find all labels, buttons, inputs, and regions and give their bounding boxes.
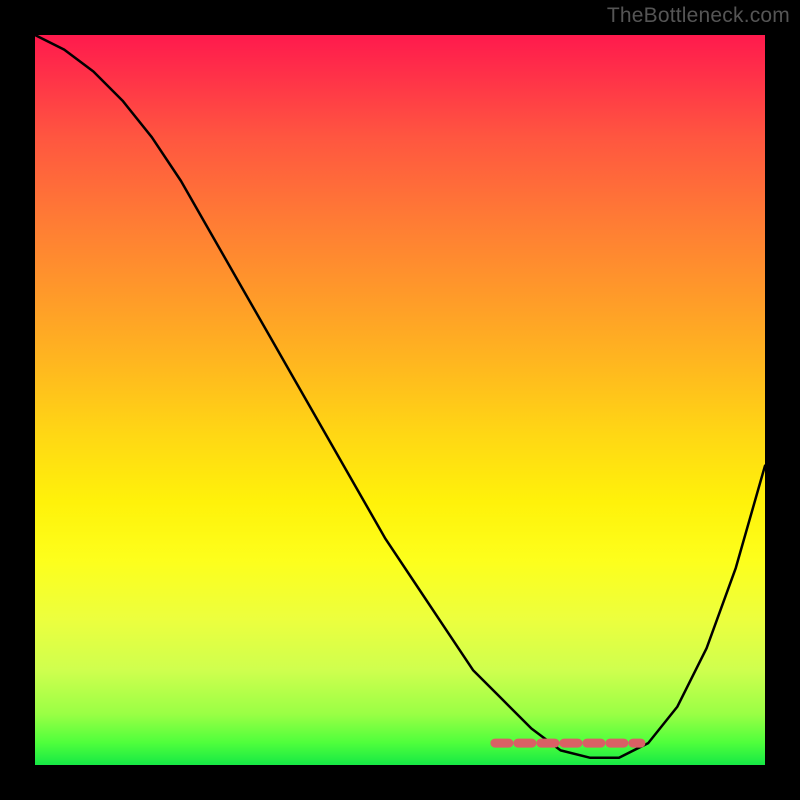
watermark-text: TheBottleneck.com <box>607 4 790 28</box>
chart-frame: TheBottleneck.com <box>0 0 800 800</box>
bottleneck-curve-path <box>35 35 765 758</box>
plot-area <box>35 35 765 765</box>
curve-svg <box>35 35 765 765</box>
